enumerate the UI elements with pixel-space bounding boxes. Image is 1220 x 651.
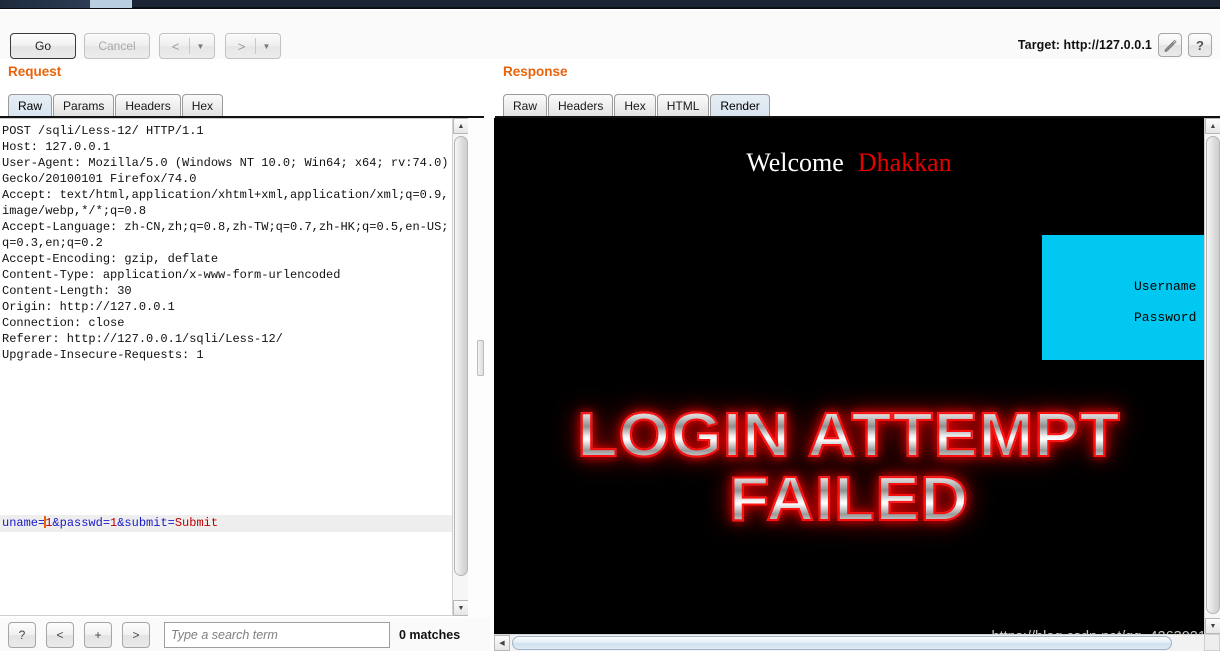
scrollbar-corner	[1204, 634, 1220, 651]
response-horizontal-scrollbar[interactable]: ◀ ▶	[494, 634, 1220, 651]
search-next-button[interactable]: >	[122, 622, 150, 648]
app-tab-group[interactable]	[0, 0, 90, 8]
help-button[interactable]: ?	[1188, 33, 1212, 57]
chevron-right-icon: >	[237, 38, 246, 54]
response-render-viewport[interactable]: Welcome Dhakkan Username : Password : LOG…	[494, 118, 1220, 651]
search-help-button[interactable]: ?	[8, 622, 36, 648]
tab-request-params[interactable]: Params	[53, 94, 115, 117]
pane-splitter[interactable]	[468, 118, 494, 651]
target-label: Target: http://127.0.0.1	[1017, 38, 1152, 52]
response-tab-bar: Raw Headers Hex HTML Render	[503, 93, 771, 117]
scroll-down-arrow-icon[interactable]: ▼	[1205, 618, 1220, 634]
scroll-up-arrow-icon[interactable]: ▲	[1205, 118, 1220, 134]
welcome-name: Dhakkan	[857, 148, 952, 177]
target-area: Target: http://127.0.0.1 ?	[1018, 33, 1212, 57]
cancel-button[interactable]: Cancel	[84, 33, 150, 59]
username-label: Username :	[1133, 279, 1204, 294]
question-mark-icon: ?	[1196, 37, 1204, 53]
chevron-down-icon[interactable]: ▼	[190, 42, 212, 51]
burp-repeater-window: Go Cancel < ▼ > ▼ Target: http://127.0.0…	[0, 0, 1220, 651]
tab-request-raw[interactable]: Raw	[8, 94, 53, 117]
request-body-line[interactable]: uname=1&passwd=1&submit=Submit	[0, 515, 452, 532]
search-input[interactable]	[164, 622, 390, 648]
response-pane-title: Response	[503, 64, 568, 79]
rendered-html-page: Welcome Dhakkan Username : Password : LOG…	[494, 118, 1204, 636]
scroll-left-arrow-icon[interactable]: ◀	[494, 635, 510, 651]
scrollbar-thumb[interactable]	[512, 636, 1172, 650]
app-tab-selected[interactable]	[90, 0, 132, 8]
tab-request-headers[interactable]: Headers	[115, 94, 181, 117]
repeater-toolbar: Go Cancel < ▼ > ▼ Target: http://127.0.0…	[0, 11, 1220, 59]
login-failed-banner-line1: LOGIN ATTEMPT	[494, 404, 1204, 468]
body-key-uname: uname=	[2, 516, 46, 530]
login-failed-banner-line2: FAILED	[494, 468, 1204, 532]
back-button[interactable]: < ▼	[159, 33, 215, 59]
welcome-text: Welcome	[746, 148, 844, 177]
body-key-passwd: &passwd=	[52, 516, 111, 530]
password-label: Password :	[1133, 310, 1204, 325]
tab-request-hex[interactable]: Hex	[181, 94, 224, 117]
splitter-grip-handle[interactable]	[477, 340, 484, 376]
tab-response-hex[interactable]: Hex	[614, 94, 656, 117]
search-add-button[interactable]: +	[84, 622, 112, 648]
scroll-up-arrow-icon[interactable]: ▲	[453, 118, 469, 134]
chevron-left-icon: <	[171, 38, 180, 54]
edit-target-button[interactable]	[1158, 33, 1182, 57]
request-tab-bar: Raw Params Headers Hex	[8, 93, 224, 117]
scrollbar-thumb[interactable]	[454, 136, 468, 576]
scrollbar-thumb[interactable]	[1206, 136, 1220, 614]
request-search-bar: ? < + > 0 matches	[0, 618, 490, 651]
request-raw-editor[interactable]: POST /sqli/Less-12/ HTTP/1.1 Host: 127.0…	[0, 118, 468, 616]
forward-button[interactable]: > ▼	[225, 33, 281, 59]
response-vertical-scrollbar[interactable]: ▲ ▼	[1204, 118, 1220, 634]
tab-response-render[interactable]: Render	[710, 94, 770, 117]
search-previous-button[interactable]: <	[46, 622, 74, 648]
login-form-box: Username : Password :	[1042, 235, 1204, 360]
application-tab-strip	[0, 0, 1220, 9]
request-pane-title: Request	[8, 64, 62, 79]
tab-response-headers[interactable]: Headers	[548, 94, 614, 117]
match-count-label: 0 matches	[399, 628, 461, 642]
pencil-icon	[1164, 39, 1177, 52]
request-raw-headers: POST /sqli/Less-12/ HTTP/1.1 Host: 127.0…	[2, 124, 449, 362]
body-value-submit: Submit	[174, 516, 219, 530]
tab-response-raw[interactable]: Raw	[503, 94, 548, 117]
scroll-down-arrow-icon[interactable]: ▼	[453, 600, 469, 616]
tab-response-html[interactable]: HTML	[656, 94, 710, 117]
chevron-down-icon[interactable]: ▼	[256, 42, 278, 51]
welcome-heading: Welcome Dhakkan	[494, 148, 1204, 178]
body-key-submit: &submit=	[117, 516, 175, 530]
request-vertical-scrollbar[interactable]: ▲ ▼	[452, 118, 469, 616]
go-button[interactable]: Go	[10, 33, 76, 59]
